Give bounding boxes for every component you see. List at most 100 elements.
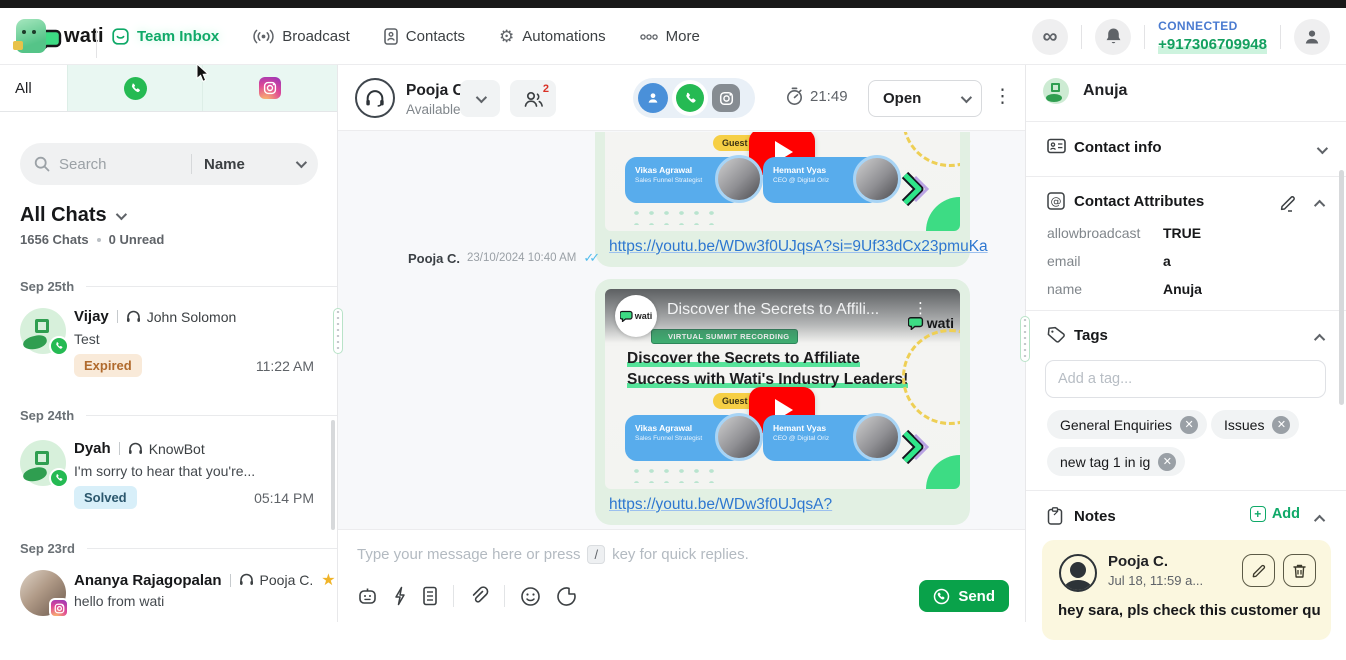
nav-automations-label: Automations	[522, 28, 605, 45]
svg-text:@: @	[1051, 195, 1062, 208]
contact-header: Anuja	[1043, 78, 1127, 104]
tag-label: General Enquiries	[1060, 417, 1172, 433]
headset-icon	[365, 89, 385, 108]
panel-scrollbar[interactable]	[1339, 170, 1344, 405]
search-filter-chevron-icon[interactable]	[296, 157, 307, 168]
chat-list-item-vijay[interactable]: Vijay John Solomon Test Expired 11:22 AM	[0, 302, 330, 398]
agent-avatar[interactable]	[355, 78, 395, 118]
message-link[interactable]: https://youtu.be/WDw3f0UJqsA?si=9Uf33dCx…	[605, 238, 960, 256]
headset-icon	[128, 442, 143, 456]
count-separator-dot	[97, 238, 101, 242]
nav-team-inbox-label: Team Inbox	[137, 28, 219, 45]
conversation-status-select[interactable]: Open	[868, 80, 982, 117]
add-note-label: Add	[1272, 506, 1300, 522]
nav-team-inbox[interactable]: Team Inbox	[112, 28, 219, 45]
search-icon	[34, 156, 50, 172]
nav-right-divider3	[1280, 25, 1281, 49]
youtube-video-preview[interactable]: VIRTUAL SUMMIT RECORDING Discover the Se…	[605, 289, 960, 489]
nav-automations[interactable]: ⚙ Automations	[499, 27, 606, 47]
section-title: Contact info	[1074, 139, 1162, 156]
tags-section-header[interactable]: Tags	[1026, 322, 1346, 354]
tag-chip: Issues ✕	[1211, 410, 1299, 439]
person-icon	[1303, 28, 1321, 46]
edit-attributes-pencil-icon[interactable]	[1279, 194, 1297, 212]
group-icon	[521, 89, 545, 109]
avatar	[20, 440, 66, 486]
nav-contacts[interactable]: Contacts	[384, 28, 465, 45]
speaker-card: Hemant VyasCEO @ Digital Oriz	[763, 157, 881, 203]
chat-list-scrollbar[interactable]	[331, 420, 335, 530]
notifications-button[interactable]	[1095, 19, 1131, 55]
contact-name: Anuja	[1083, 82, 1127, 100]
attachment-paperclip-icon[interactable]	[469, 586, 489, 606]
meta-button[interactable]: ∞	[1032, 19, 1068, 55]
send-button-label: Send	[958, 588, 995, 605]
participants-button[interactable]: 2	[510, 80, 556, 117]
meta-infinity-icon: ∞	[1043, 26, 1058, 47]
toolbar-divider	[453, 585, 454, 607]
instagram-channel-badge-icon	[49, 598, 69, 618]
tab-whatsapp[interactable]	[68, 65, 203, 111]
participants-count: 2	[543, 83, 549, 95]
channel-instagram[interactable]	[712, 84, 740, 112]
chat-list-item-dyah[interactable]: Dyah KnowBot I'm sorry to hear that you'…	[0, 434, 330, 530]
search-bar[interactable]: Name	[20, 143, 318, 185]
contact-attributes-section-header[interactable]: @ Contact Attributes	[1026, 188, 1346, 220]
automations-gear-icon: ⚙	[499, 27, 514, 47]
tab-instagram[interactable]	[203, 65, 337, 111]
agent-dropdown-button[interactable]	[460, 80, 500, 117]
chatbot-icon[interactable]	[357, 586, 378, 607]
message-link[interactable]: https://youtu.be/WDw3f0UJqsA?	[605, 496, 960, 514]
channel-whatsapp-selected[interactable]	[672, 80, 708, 116]
profile-button[interactable]	[1294, 19, 1330, 55]
contact-name: Dyah	[74, 440, 111, 457]
panel-resize-handle[interactable]	[1020, 316, 1030, 362]
green-chevrons-icon	[893, 425, 937, 469]
composer-input[interactable]: Type your message here or press / key fo…	[357, 545, 749, 564]
video-channel-logo: wati	[615, 295, 657, 337]
toolbar-divider	[504, 585, 505, 607]
chat-list-item-ananya[interactable]: Ananya Rajagopalan Pooja C. ★ hello from…	[0, 564, 330, 660]
whatsapp-icon	[676, 84, 704, 112]
unread-count: 0 Unread	[109, 232, 165, 247]
remove-tag-icon[interactable]: ✕	[1158, 453, 1176, 471]
section-title: Contact Attributes	[1074, 193, 1204, 210]
message-area[interactable]: VIRTUAL SUMMIT RECORDING Discover the Se…	[338, 132, 1025, 529]
attribute-value: a	[1163, 253, 1171, 269]
chat-list-counts: 1656 Chats 0 Unread	[20, 232, 164, 247]
add-note-button[interactable]: + Add	[1250, 506, 1300, 522]
decorative-dots	[629, 465, 721, 483]
send-button[interactable]: Send	[919, 580, 1009, 612]
template-icon[interactable]	[422, 586, 438, 606]
nav-divider	[96, 30, 97, 58]
chat-list-title[interactable]: All Chats	[20, 204, 124, 227]
contact-info-section-header[interactable]: Contact info	[1026, 134, 1346, 166]
chat-list-title-chevron-icon	[115, 208, 126, 219]
remove-tag-icon[interactable]: ✕	[1180, 416, 1198, 434]
composer-placeholder: Type your message here or press	[357, 546, 580, 563]
emoji-icon[interactable]	[520, 586, 541, 607]
delete-note-button[interactable]	[1283, 554, 1316, 587]
sticker-icon[interactable]	[556, 586, 577, 607]
remove-tag-icon[interactable]: ✕	[1272, 416, 1290, 434]
search-input[interactable]	[59, 156, 187, 173]
nav-more[interactable]: More	[640, 28, 700, 45]
channel-contact-icon[interactable]	[638, 83, 668, 113]
note-author: Pooja C.	[1108, 553, 1168, 570]
attribute-value: Anuja	[1163, 281, 1202, 297]
date-label: Sep 23rd	[20, 541, 75, 556]
status-value: Open	[883, 90, 961, 107]
message-sender: Pooja C.	[408, 251, 460, 266]
speaker-photo	[715, 413, 763, 461]
sidebar-resize-handle[interactable]	[333, 308, 343, 354]
nav-broadcast[interactable]: Broadcast	[253, 28, 350, 45]
quick-reply-lightning-icon[interactable]	[393, 586, 407, 606]
wati-logo[interactable]: wati	[16, 16, 104, 56]
section-divider	[1026, 310, 1346, 311]
add-tag-input[interactable]	[1045, 360, 1326, 398]
youtube-video-preview[interactable]: VIRTUAL SUMMIT RECORDING Discover the Se…	[605, 132, 960, 231]
conversation-menu-button[interactable]: ⋮	[993, 85, 1012, 110]
section-title: Tags	[1074, 327, 1108, 344]
tab-all-channels[interactable]: All	[0, 65, 68, 111]
edit-note-button[interactable]	[1242, 554, 1275, 587]
